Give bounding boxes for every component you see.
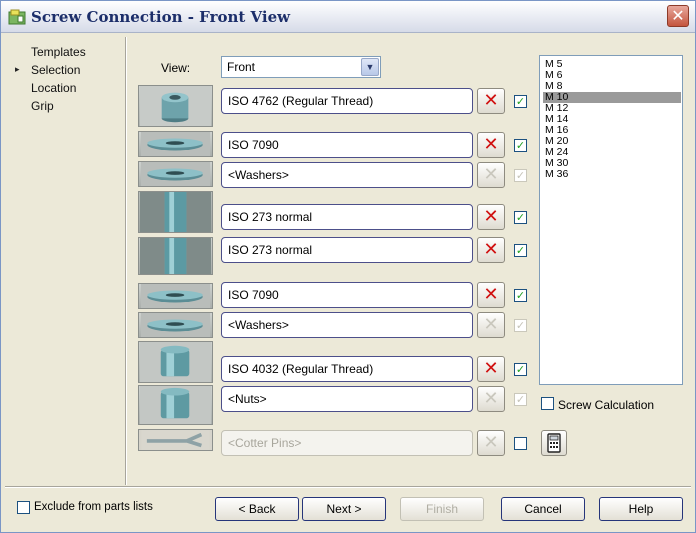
hex-nut-icon — [138, 341, 213, 383]
cap-screw-icon — [138, 85, 213, 127]
include-hole-2-checkbox[interactable]: ✓ — [514, 244, 527, 257]
include-washers-add-bottom-checkbox: ✓ — [514, 319, 527, 332]
cotter-pin-icon — [138, 429, 213, 451]
component-field-washer-bottom[interactable]: ISO 7090 — [221, 282, 473, 308]
title-bar: Screw Connection - Front View ✕ — [1, 1, 695, 33]
screw-size-list[interactable]: M 5 M 6 M 8 M 10 M 12 M 14 M 16 M 20 M 2… — [539, 55, 683, 385]
component-field-washers-add-top[interactable]: <Washers> — [221, 162, 473, 188]
through-hole-icon — [138, 237, 213, 275]
next-button[interactable]: Next > — [302, 497, 386, 521]
component-field-washers-add-bottom[interactable]: <Washers> — [221, 312, 473, 338]
wizard-nav: ▸ Templates Selection Location Grip — [11, 41, 121, 481]
nav-item-templates[interactable]: Templates — [31, 45, 86, 59]
include-washer-bottom-checkbox[interactable]: ✓ — [514, 289, 527, 302]
remove-washers-add-top-button: ✕ — [477, 162, 505, 188]
through-hole-icon — [138, 191, 213, 233]
remove-nuts-add-button: ✕ — [477, 386, 505, 412]
nav-item-grip[interactable]: Grip — [31, 99, 54, 113]
view-dropdown[interactable]: Front ▼ — [221, 56, 381, 78]
view-label: View: — [161, 61, 191, 75]
finish-button: Finish — [400, 497, 484, 521]
include-washer-top-checkbox[interactable]: ✓ — [514, 139, 527, 152]
footer-separator — [5, 486, 691, 488]
remove-hole-1-button[interactable]: ✕ — [477, 204, 505, 230]
nav-separator — [125, 37, 127, 485]
active-step-marker: ▸ — [15, 64, 20, 74]
remove-nut-button[interactable]: ✕ — [477, 356, 505, 382]
component-field-washer-top[interactable]: ISO 7090 — [221, 132, 473, 158]
washer-icon — [138, 283, 213, 309]
component-field-screw[interactable]: ISO 4762 (Regular Thread) — [221, 88, 473, 114]
include-washers-add-top-checkbox: ✓ — [514, 169, 527, 182]
size-item[interactable]: M 36 — [543, 169, 681, 180]
calculator-button[interactable] — [541, 430, 567, 456]
remove-washer-bottom-button[interactable]: ✕ — [477, 282, 505, 308]
remove-cotter-pins-button: ✕ — [477, 430, 505, 456]
include-nuts-add-checkbox: ✓ — [514, 393, 527, 406]
view-value: Front — [227, 60, 256, 74]
include-hole-1-checkbox[interactable]: ✓ — [514, 211, 527, 224]
calculator-icon — [547, 433, 561, 453]
component-field-hole-1[interactable]: ISO 273 normal — [221, 204, 473, 230]
screw-connection-dialog: Screw Connection - Front View ✕ ▸ Templa… — [0, 0, 696, 533]
app-icon — [8, 9, 26, 25]
remove-washer-top-button[interactable]: ✕ — [477, 132, 505, 158]
washer-icon — [138, 161, 213, 187]
include-nut-checkbox[interactable]: ✓ — [514, 363, 527, 376]
window-title: Screw Connection - Front View — [31, 8, 291, 26]
hex-nut-icon — [138, 385, 213, 425]
nav-item-selection[interactable]: Selection — [31, 63, 80, 77]
exclude-parts-checkbox[interactable] — [17, 501, 30, 514]
cancel-button[interactable]: Cancel — [501, 497, 585, 521]
size-item[interactable]: M 5 — [543, 59, 681, 70]
component-field-cotter-pins: <Cotter Pins> — [221, 430, 473, 456]
washer-icon — [138, 131, 213, 157]
back-button[interactable]: < Back — [215, 497, 299, 521]
remove-washers-add-bottom-button: ✕ — [477, 312, 505, 338]
include-screw-checkbox[interactable]: ✓ — [514, 95, 527, 108]
nav-item-location[interactable]: Location — [31, 81, 76, 95]
remove-hole-2-button[interactable]: ✕ — [477, 237, 505, 263]
component-field-nuts-add[interactable]: <Nuts> — [221, 386, 473, 412]
size-item[interactable]: M 6 — [543, 70, 681, 81]
component-field-hole-2[interactable]: ISO 273 normal — [221, 237, 473, 263]
washer-icon — [138, 312, 213, 338]
component-field-nut[interactable]: ISO 4032 (Regular Thread) — [221, 356, 473, 382]
remove-screw-button[interactable]: ✕ — [477, 88, 505, 114]
close-button[interactable]: ✕ — [667, 5, 689, 27]
include-cotter-pins-checkbox[interactable] — [514, 437, 527, 450]
screw-calculation-label: Screw Calculation — [558, 398, 655, 412]
screw-calculation-checkbox[interactable] — [541, 397, 554, 410]
exclude-parts-label: Exclude from parts lists — [34, 501, 153, 513]
help-button[interactable]: Help — [599, 497, 683, 521]
chevron-down-icon[interactable]: ▼ — [361, 58, 379, 76]
